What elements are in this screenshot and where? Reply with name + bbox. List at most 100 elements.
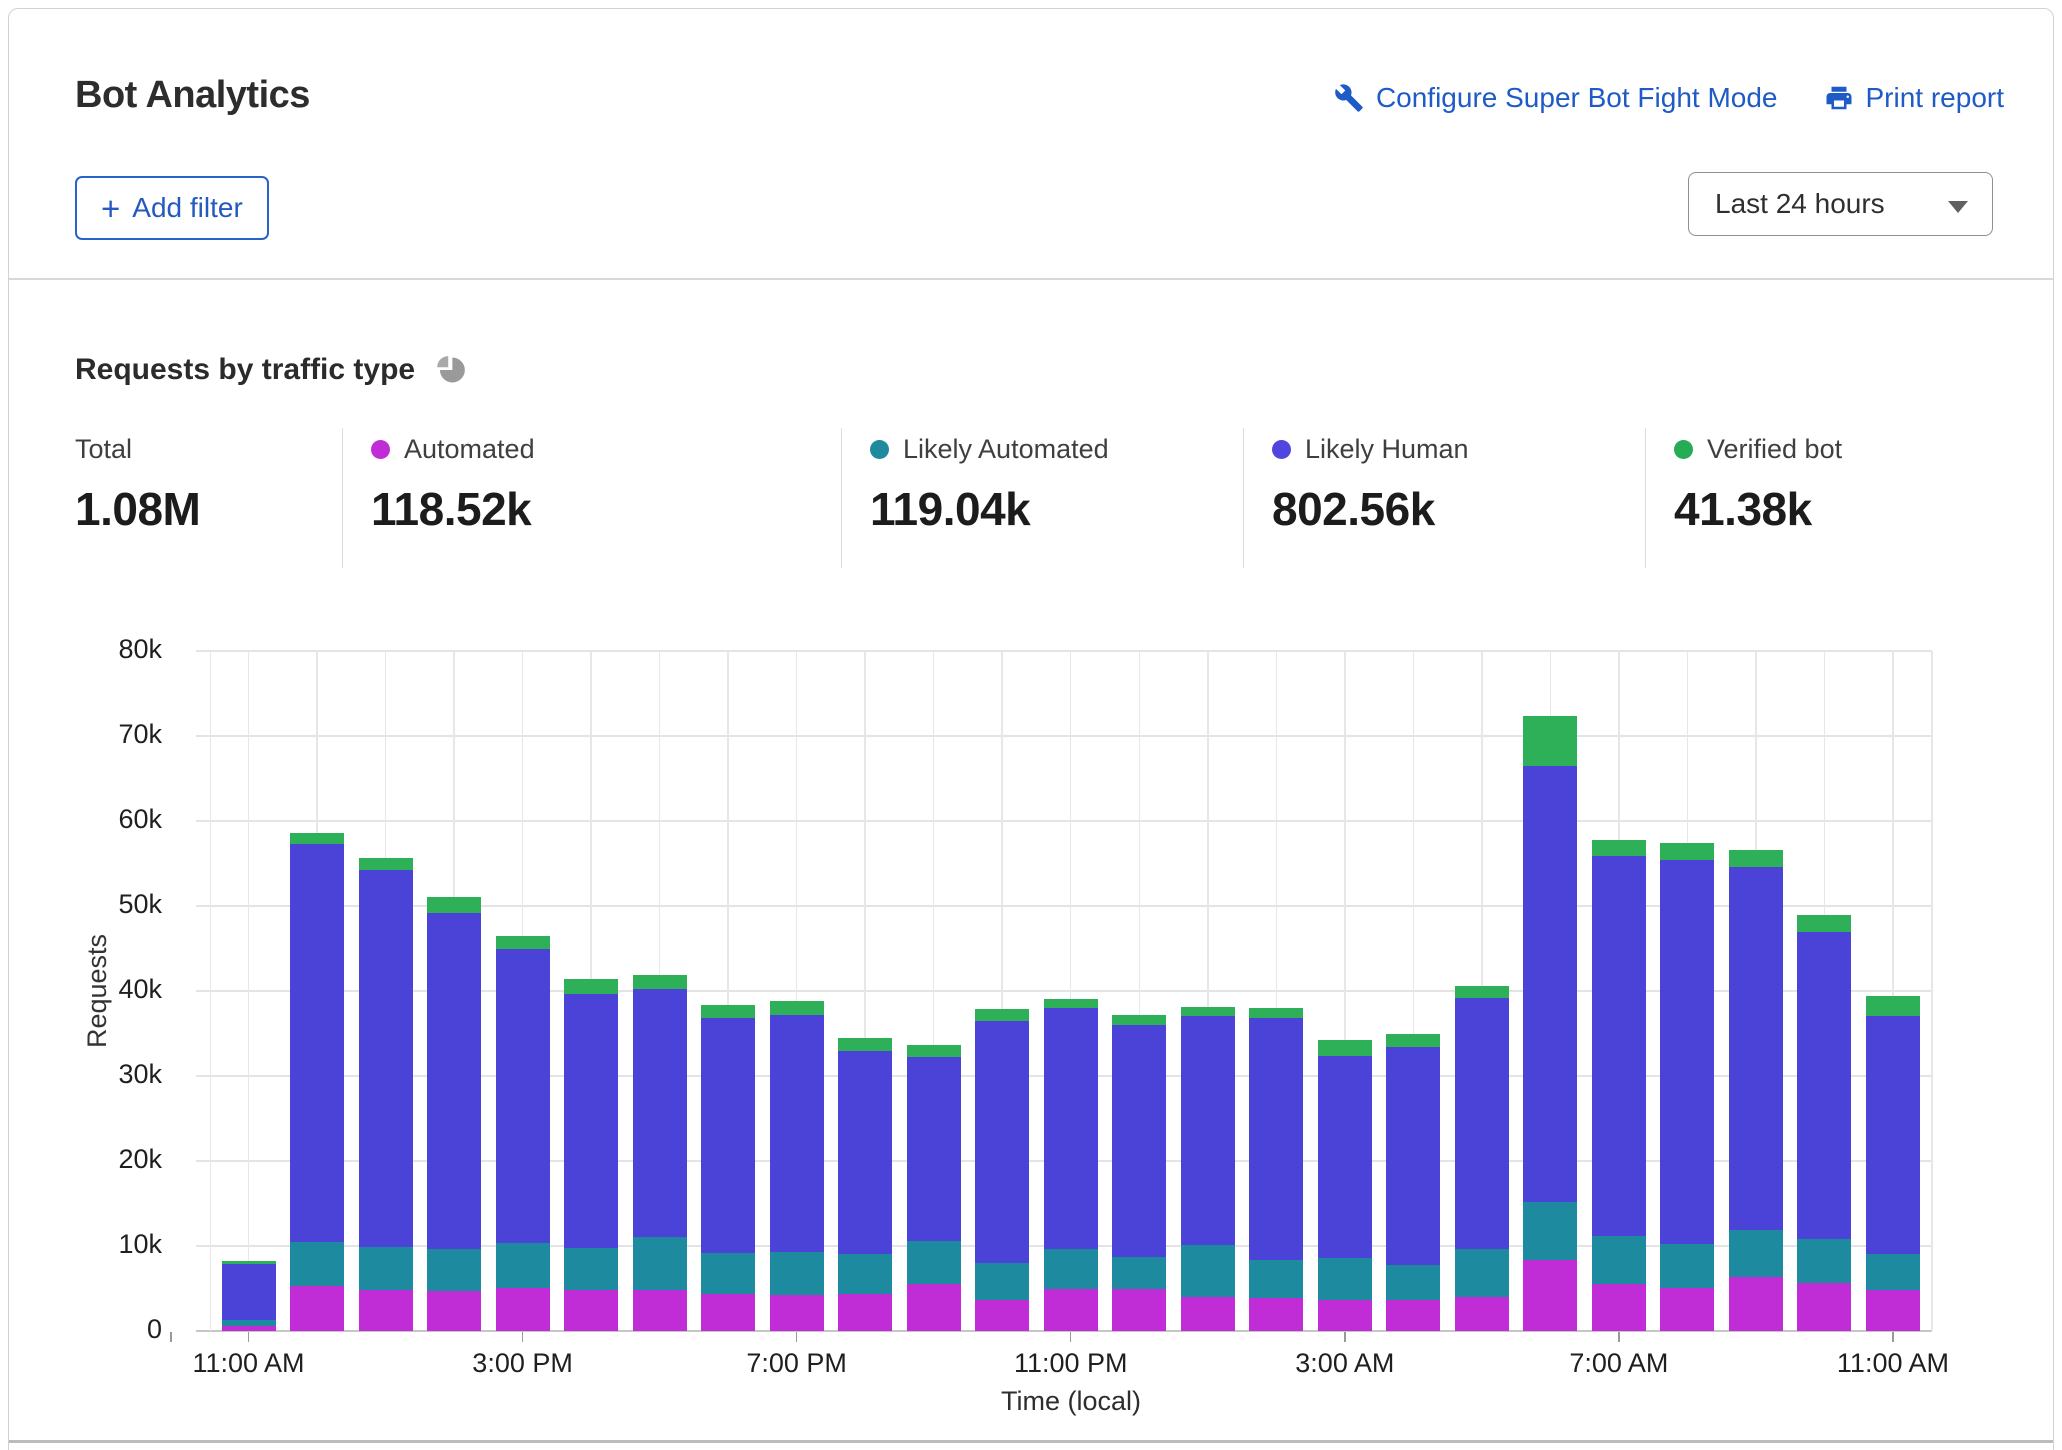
bar-segment-verified-bot[interactable]: [1386, 1034, 1441, 1048]
bar-segment-likely-automated[interactable]: [1317, 1257, 1372, 1300]
bar[interactable]: [701, 1004, 756, 1331]
bar-segment-verified-bot[interactable]: [427, 896, 482, 913]
bar-segment-verified-bot[interactable]: [1454, 985, 1509, 998]
bar-segment-automated[interactable]: [1523, 1259, 1578, 1331]
bar-segment-likely-automated[interactable]: [701, 1252, 756, 1294]
bar-segment-likely-automated[interactable]: [1386, 1264, 1441, 1301]
bar[interactable]: [290, 832, 345, 1331]
bar-segment-automated[interactable]: [1865, 1290, 1920, 1331]
bar[interactable]: [495, 935, 550, 1331]
bar-segment-likely-automated[interactable]: [1249, 1259, 1304, 1298]
bar-segment-likely-automated[interactable]: [1112, 1257, 1167, 1290]
bar[interactable]: [1728, 849, 1783, 1331]
bar-segment-likely-automated[interactable]: [1043, 1248, 1098, 1290]
bar[interactable]: [564, 979, 619, 1331]
bar-segment-likely-human[interactable]: [838, 1050, 893, 1254]
bar-segment-automated[interactable]: [1112, 1289, 1167, 1331]
bar[interactable]: [975, 1008, 1030, 1331]
bar-segment-verified-bot[interactable]: [1180, 1007, 1235, 1017]
bar-segment-verified-bot[interactable]: [769, 1001, 824, 1015]
bar-segment-automated[interactable]: [221, 1325, 276, 1331]
bar-segment-automated[interactable]: [495, 1287, 550, 1331]
bar-segment-likely-human[interactable]: [1249, 1018, 1304, 1260]
bar[interactable]: [1797, 914, 1852, 1332]
bar-segment-automated[interactable]: [906, 1284, 961, 1331]
bar-segment-verified-bot[interactable]: [1112, 1014, 1167, 1025]
bar-segment-automated[interactable]: [1180, 1296, 1235, 1331]
bar[interactable]: [427, 896, 482, 1331]
bar-segment-verified-bot[interactable]: [1317, 1040, 1372, 1056]
bar-segment-automated[interactable]: [427, 1291, 482, 1331]
bar-segment-likely-human[interactable]: [1797, 932, 1852, 1240]
bar-segment-likely-human[interactable]: [358, 870, 413, 1247]
bar-segment-automated[interactable]: [358, 1290, 413, 1331]
bar[interactable]: [1660, 843, 1715, 1331]
bar-segment-likely-human[interactable]: [1454, 997, 1509, 1250]
bar-segment-verified-bot[interactable]: [1043, 998, 1098, 1008]
bar-segment-verified-bot[interactable]: [1660, 843, 1715, 861]
bar[interactable]: [1249, 1008, 1304, 1331]
bar[interactable]: [1386, 1034, 1441, 1331]
bar[interactable]: [769, 1001, 824, 1331]
bar-segment-likely-human[interactable]: [975, 1020, 1030, 1263]
bar[interactable]: [1865, 996, 1920, 1331]
bar-segment-verified-bot[interactable]: [1865, 996, 1920, 1017]
bar-segment-likely-automated[interactable]: [1728, 1229, 1783, 1278]
bar-segment-likely-human[interactable]: [495, 949, 550, 1244]
bar-segment-likely-automated[interactable]: [906, 1240, 961, 1285]
bar-segment-likely-automated[interactable]: [1797, 1239, 1852, 1283]
bar-segment-verified-bot[interactable]: [975, 1008, 1030, 1021]
bar[interactable]: [838, 1037, 893, 1331]
bar-segment-likely-automated[interactable]: [358, 1246, 413, 1291]
bar-segment-likely-automated[interactable]: [564, 1247, 619, 1291]
bar-segment-likely-automated[interactable]: [1591, 1235, 1646, 1285]
bar-segment-likely-human[interactable]: [290, 843, 345, 1242]
bar-segment-automated[interactable]: [564, 1290, 619, 1331]
bar-segment-likely-automated[interactable]: [290, 1241, 345, 1286]
bar-segment-likely-human[interactable]: [632, 989, 687, 1238]
bar[interactable]: [906, 1045, 961, 1331]
bar-segment-automated[interactable]: [1317, 1299, 1372, 1331]
bar-segment-automated[interactable]: [975, 1299, 1030, 1331]
bar-segment-likely-automated[interactable]: [427, 1248, 482, 1292]
bar-segment-verified-bot[interactable]: [701, 1004, 756, 1019]
bar-segment-likely-human[interactable]: [906, 1057, 961, 1241]
bar-segment-likely-human[interactable]: [1660, 860, 1715, 1245]
bar-segment-verified-bot[interactable]: [1797, 914, 1852, 933]
bar-segment-likely-automated[interactable]: [975, 1262, 1030, 1300]
bar-segment-automated[interactable]: [1591, 1284, 1646, 1331]
bar[interactable]: [1591, 839, 1646, 1331]
bar-segment-likely-automated[interactable]: [1660, 1244, 1715, 1288]
bar-segment-likely-human[interactable]: [1043, 1007, 1098, 1249]
bar[interactable]: [221, 1261, 276, 1331]
bar[interactable]: [1043, 998, 1098, 1331]
bar[interactable]: [1180, 1007, 1235, 1331]
bar-segment-automated[interactable]: [1728, 1277, 1783, 1331]
bar-segment-likely-automated[interactable]: [1865, 1254, 1920, 1291]
bar-segment-likely-automated[interactable]: [1180, 1245, 1235, 1297]
bar-segment-verified-bot[interactable]: [1249, 1008, 1304, 1019]
bar-segment-automated[interactable]: [632, 1290, 687, 1331]
bar[interactable]: [1112, 1014, 1167, 1331]
bar-segment-automated[interactable]: [1454, 1296, 1509, 1331]
bar-segment-likely-human[interactable]: [1386, 1047, 1441, 1265]
bar-segment-automated[interactable]: [1249, 1297, 1304, 1331]
bar-segment-automated[interactable]: [1386, 1300, 1441, 1331]
bar-segment-verified-bot[interactable]: [358, 858, 413, 871]
bar-segment-automated[interactable]: [769, 1295, 824, 1331]
bar-segment-automated[interactable]: [701, 1293, 756, 1331]
bar-segment-likely-human[interactable]: [701, 1018, 756, 1253]
bar-segment-verified-bot[interactable]: [906, 1045, 961, 1058]
bar-segment-likely-automated[interactable]: [769, 1251, 824, 1296]
bar-segment-automated[interactable]: [290, 1285, 345, 1331]
bar[interactable]: [358, 858, 413, 1331]
bar-segment-verified-bot[interactable]: [632, 974, 687, 990]
bar-segment-verified-bot[interactable]: [564, 979, 619, 994]
bar-segment-likely-automated[interactable]: [632, 1237, 687, 1291]
bar-segment-likely-human[interactable]: [769, 1014, 824, 1252]
bar-segment-likely-human[interactable]: [1523, 765, 1578, 1202]
bar-segment-likely-human[interactable]: [1180, 1016, 1235, 1246]
bar[interactable]: [632, 974, 687, 1331]
bar-segment-verified-bot[interactable]: [495, 935, 550, 950]
bar-segment-automated[interactable]: [1043, 1289, 1098, 1331]
